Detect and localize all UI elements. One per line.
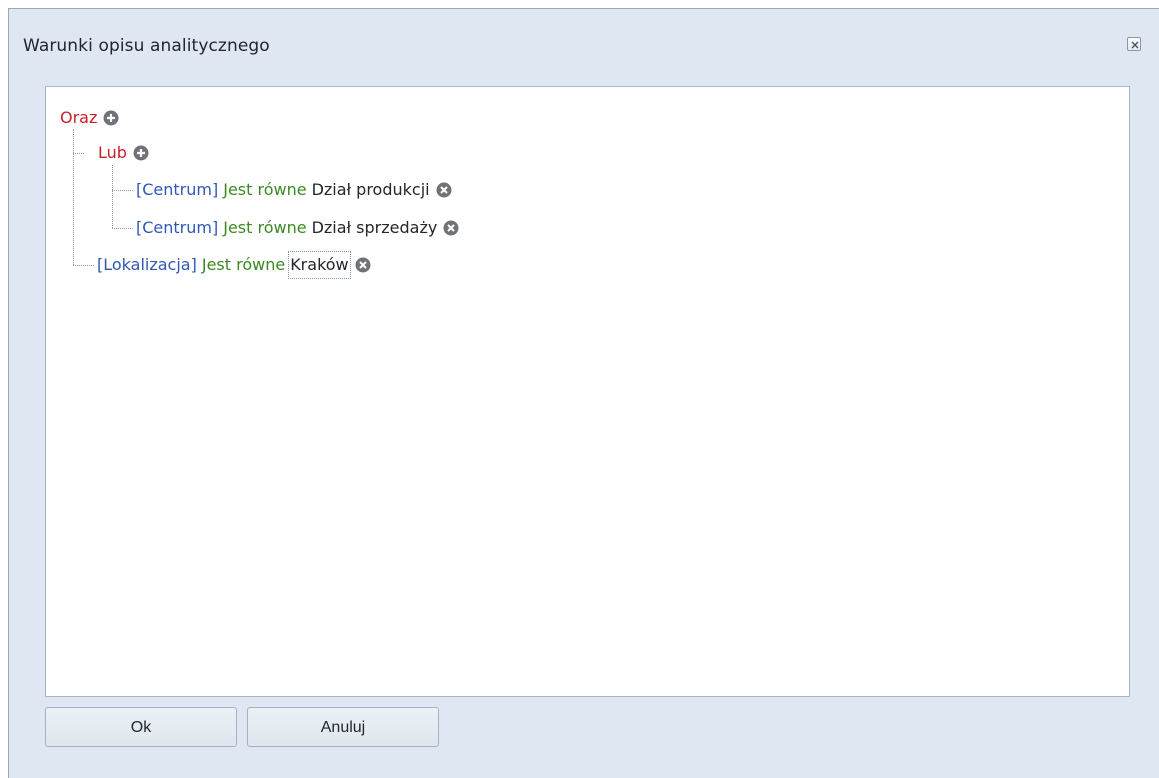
tree-connector-lokalizacja <box>73 265 94 266</box>
tree-node-condition[interactable]: [Centrum] Jest równe Dział sprzedaży <box>136 216 459 240</box>
tree-connector-centrum-1 <box>112 190 133 191</box>
tree-connector-lub <box>73 153 84 154</box>
condition-tree: Oraz Lub [Centrum] Jest równe Dział prod… <box>45 86 1130 697</box>
tree-connector-centrum-2 <box>112 228 133 229</box>
remove-circle-icon[interactable] <box>355 257 371 273</box>
tree-node-condition[interactable]: [Centrum] Jest równe Dział produkcji <box>136 178 452 202</box>
condition-operator[interactable]: Jest równe <box>223 216 306 240</box>
tree-connector-lub-children <box>112 165 113 228</box>
condition-field[interactable]: [Centrum] <box>136 178 218 202</box>
condition-value[interactable]: Dział produkcji <box>312 178 430 202</box>
ok-button[interactable]: Ok <box>45 707 237 747</box>
condition-field[interactable]: [Lokalizacja] <box>97 253 197 277</box>
condition-value[interactable]: Dział sprzedaży <box>312 216 438 240</box>
operator-label[interactable]: Oraz <box>60 106 97 130</box>
add-circle-icon[interactable] <box>103 110 119 126</box>
remove-circle-icon[interactable] <box>436 182 452 198</box>
condition-operator[interactable]: Jest równe <box>223 178 306 202</box>
tree-node-condition[interactable]: [Lokalizacja] Jest równe Kraków <box>97 251 371 279</box>
dialog-titlebar: Warunki opisu analitycznego <box>9 9 1159 73</box>
condition-value[interactable]: Kraków <box>288 251 351 279</box>
close-window-icon[interactable] <box>1127 37 1141 51</box>
tree-node-and[interactable]: Oraz <box>60 106 119 130</box>
add-circle-icon[interactable] <box>133 145 149 161</box>
tree-connector-root <box>73 129 74 265</box>
dialog-title: Warunki opisu analitycznego <box>23 36 270 56</box>
remove-circle-icon[interactable] <box>443 220 459 236</box>
conditions-dialog: Warunki opisu analitycznego Oraz Lub [Ce… <box>8 8 1159 778</box>
cancel-button[interactable]: Anuluj <box>247 707 439 747</box>
tree-node-or[interactable]: Lub <box>98 141 149 165</box>
operator-label[interactable]: Lub <box>98 141 127 165</box>
condition-operator[interactable]: Jest równe <box>202 253 285 277</box>
condition-field[interactable]: [Centrum] <box>136 216 218 240</box>
